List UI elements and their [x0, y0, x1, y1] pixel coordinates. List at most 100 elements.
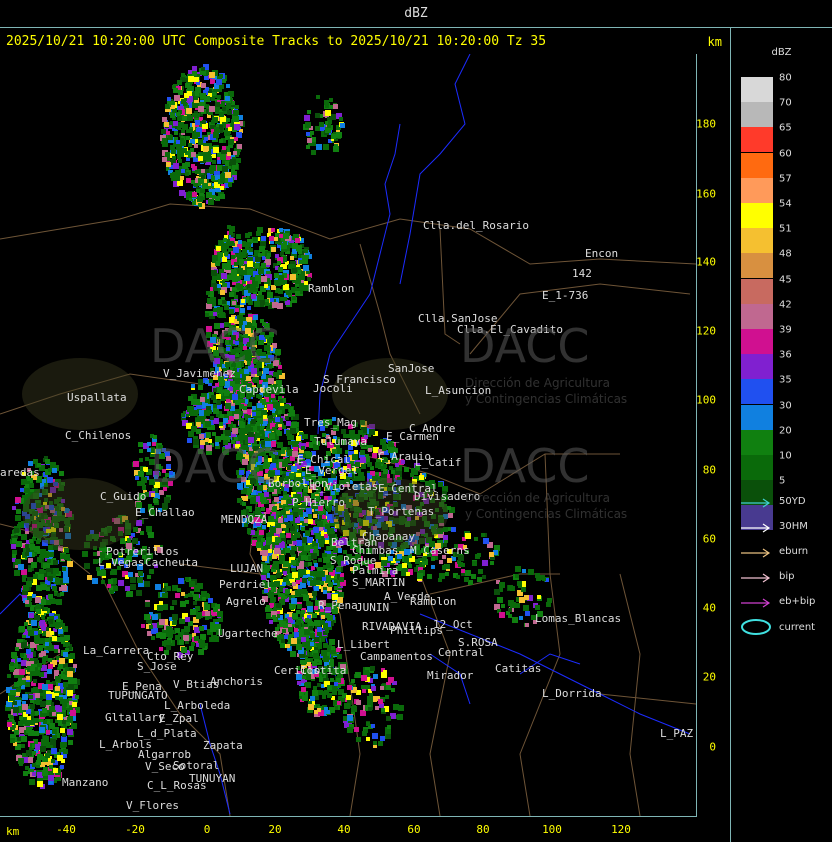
- radar-echo-cell: [294, 628, 298, 632]
- radar-echo-cell: [259, 530, 264, 535]
- radar-echo-cell: [173, 88, 178, 93]
- radar-echo-cell: [33, 574, 38, 579]
- radar-echo-cell: [232, 301, 236, 305]
- radar-echo-cell: [360, 457, 366, 463]
- radar-echo-cell: [192, 192, 197, 197]
- radar-echo-cell: [60, 765, 64, 769]
- radar-echo-cell: [50, 631, 54, 635]
- radar-echo-cell: [62, 743, 66, 747]
- radar-echo-cell: [10, 738, 15, 743]
- radar-echo-cell: [62, 733, 66, 737]
- radar-echo-cell: [291, 638, 297, 644]
- radar-echo-cell: [256, 411, 261, 416]
- radar-echo-cell: [310, 580, 316, 586]
- radar-echo-cell: [216, 79, 222, 85]
- radar-echo-cell: [288, 540, 292, 544]
- radar-echo-cell: [443, 535, 448, 540]
- radar-echo-cell: [328, 528, 334, 534]
- radar-echo-cell: [36, 760, 41, 765]
- radar-echo-cell: [268, 549, 272, 553]
- radar-echo-cell: [38, 630, 42, 634]
- radar-echo-cell: [17, 737, 21, 741]
- radar-echo-cell: [290, 550, 295, 555]
- radar-echo-cell: [261, 276, 267, 282]
- radar-echo-cell: [261, 263, 266, 268]
- radar-echo-cell: [225, 96, 230, 101]
- radar-echo-cell: [456, 575, 460, 579]
- radar-echo-cell: [260, 426, 264, 430]
- radar-echo-cell: [301, 610, 305, 614]
- radar-echo-cell: [264, 284, 268, 288]
- radar-echo-cell: [280, 643, 285, 648]
- radar-echo-cell: [195, 132, 200, 137]
- radar-echo-cell: [301, 555, 306, 560]
- radar-echo-cell: [274, 564, 279, 569]
- radar-echo-cell: [19, 669, 25, 675]
- radar-echo-cell: [291, 422, 297, 428]
- radar-echo-cell: [334, 579, 338, 583]
- radar-echo-cell: [281, 524, 285, 528]
- radar-echo-cell: [192, 71, 197, 76]
- radar-echo-cell: [406, 572, 410, 576]
- radar-echo-cell: [267, 541, 271, 545]
- radar-echo-cell: [174, 95, 180, 101]
- radar-echo-cell: [192, 201, 196, 205]
- radar-echo-cell: [283, 491, 287, 495]
- radar-echo-cell: [317, 521, 323, 527]
- radar-echo-cell: [258, 268, 264, 274]
- radar-map[interactable]: Clla.del_Rosario Encon 142 E_1-736 Ramblon Cl…: [0, 53, 697, 817]
- radar-echo-cell: [25, 682, 30, 687]
- radar-echo-cell: [245, 425, 250, 430]
- radar-echo-cell: [184, 78, 188, 82]
- radar-echo-cell: [177, 588, 181, 592]
- radar-echo-cell: [178, 90, 183, 95]
- radar-echo-cell: [11, 544, 16, 549]
- radar-echo-cell: [69, 659, 73, 663]
- radar-echo-cell: [29, 695, 33, 699]
- radar-echo-cell: [445, 572, 449, 576]
- radar-echo-cell: [267, 292, 273, 298]
- radar-echo-cell: [248, 288, 253, 293]
- radar-echo-cell: [304, 629, 310, 635]
- radar-echo-cell: [60, 728, 65, 733]
- radar-echo-cell: [65, 635, 70, 640]
- radar-echo-cell: [326, 575, 331, 580]
- radar-echo-cell: [447, 558, 452, 563]
- radar-echo-cell: [295, 518, 300, 523]
- radar-echo-cell: [312, 613, 317, 618]
- radar-echo-cell: [222, 257, 227, 262]
- radar-echo-cell: [45, 642, 49, 646]
- radar-echo-cell: [11, 652, 17, 658]
- radar-echo-cell: [339, 577, 344, 582]
- radar-echo-cell: [39, 569, 44, 574]
- radar-echo-cell: [166, 131, 170, 135]
- radar-echo-cell: [308, 519, 313, 524]
- radar-echo-cell: [161, 129, 166, 134]
- radar-echo-cell: [18, 758, 24, 764]
- radar-echo-cell: [291, 598, 297, 604]
- radar-echo-cell: [272, 554, 277, 559]
- radar-echo-cell: [18, 721, 23, 726]
- radar-echo-cell: [227, 104, 231, 108]
- radar-echo-cell: [20, 488, 24, 492]
- radar-echo-cell: [268, 592, 274, 598]
- radar-echo-cell: [270, 528, 275, 533]
- radar-echo-cell: [195, 120, 200, 125]
- radar-echo-cell: [49, 723, 55, 729]
- radar-echo-cell: [176, 140, 180, 144]
- radar-echo-cell: [63, 682, 68, 687]
- radar-echo-cell: [201, 175, 205, 179]
- radar-echo-cell: [274, 548, 280, 554]
- radar-echo-cell: [251, 294, 256, 299]
- radar-echo-cell: [243, 270, 247, 274]
- radar-echo-cell: [63, 577, 69, 583]
- radar-echo-cell: [472, 561, 477, 566]
- radar-echo-cell: [229, 292, 234, 297]
- radar-echo-cell: [234, 295, 238, 299]
- radar-echo-cell: [282, 629, 286, 633]
- radar-echo-cell: [52, 636, 57, 641]
- radar-echo-cell: [46, 680, 50, 684]
- radar-echo-cell: [188, 143, 192, 147]
- radar-echo-cell: [201, 67, 205, 71]
- radar-echo-cell: [278, 267, 283, 272]
